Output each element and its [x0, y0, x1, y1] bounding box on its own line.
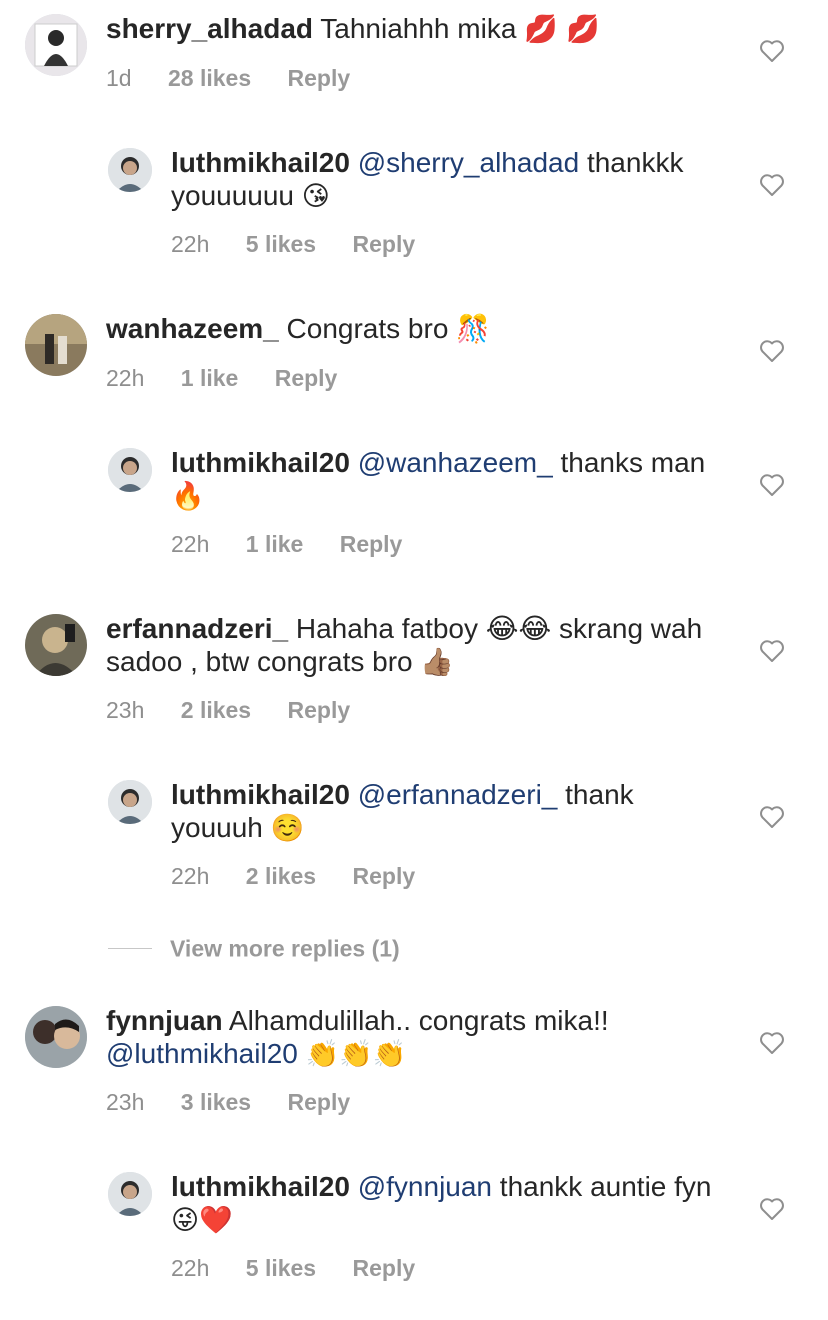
reply-meta: 22h 1 like Reply — [171, 530, 432, 558]
comment-meta: 23h 2 likes Reply — [106, 696, 380, 724]
reply-meta: 22h 2 likes Reply — [171, 862, 445, 890]
reply-button[interactable]: Reply — [288, 1089, 351, 1115]
mention-link[interactable]: @luthmikhail20 — [106, 1038, 298, 1069]
reply-button[interactable]: Reply — [288, 65, 351, 91]
heart-icon[interactable] — [759, 339, 785, 363]
avatar[interactable] — [25, 1006, 87, 1068]
view-more-replies-button[interactable]: View more replies (1) — [108, 934, 400, 962]
likes-count[interactable]: 28 likes — [168, 65, 251, 91]
avatar[interactable] — [108, 1172, 152, 1216]
heart-icon[interactable] — [759, 805, 785, 829]
fire-icon: 🔥 — [171, 481, 205, 512]
comment-text: erfannadzeri_ Hahaha fatboy 😂😂 skrang wa… — [106, 612, 706, 679]
mention-link[interactable]: @fynnjuan — [358, 1171, 492, 1202]
confetti-icon: 🎊 — [456, 314, 490, 345]
avatar[interactable] — [108, 780, 152, 824]
winking-tongue-heart-icon: 😜❤️ — [171, 1205, 233, 1236]
mention-link[interactable]: @erfannadzeri_ — [358, 779, 558, 810]
username[interactable]: wanhazeem_ — [106, 313, 279, 344]
timestamp: 1d — [106, 65, 132, 91]
reply-text: luthmikhail20 @sherry_alhadad thankkk yo… — [171, 146, 726, 213]
avatar[interactable] — [108, 448, 152, 492]
likes-count[interactable]: 1 like — [246, 531, 304, 557]
likes-count[interactable]: 2 likes — [246, 863, 316, 889]
avatar[interactable] — [25, 314, 87, 376]
timestamp: 22h — [106, 365, 145, 391]
mention-link[interactable]: @wanhazeem_ — [358, 447, 553, 478]
comment-body: Congrats bro — [286, 313, 449, 344]
smiling-face-icon: ☺️ — [270, 813, 305, 844]
timestamp: 22h — [171, 863, 210, 889]
heart-icon[interactable] — [759, 1197, 785, 1221]
reply-button[interactable]: Reply — [288, 697, 351, 723]
kissing-face-icon: 😘 — [301, 181, 330, 212]
reply-meta: 22h 5 likes Reply — [171, 1254, 445, 1282]
comment-text: sherry_alhadad Tahniahhh mika 💋 💋 — [106, 12, 706, 46]
timestamp: 23h — [106, 697, 145, 723]
likes-count[interactable]: 3 likes — [181, 1089, 251, 1115]
reply-button[interactable]: Reply — [353, 231, 416, 257]
view-more-label[interactable]: View more replies (1) — [170, 935, 400, 961]
timestamp: 22h — [171, 231, 210, 257]
timestamp: 22h — [171, 531, 210, 557]
heart-icon[interactable] — [759, 473, 785, 497]
comment-body: Tahniahhh mika — [320, 13, 517, 44]
thumbs-up-icon: 👍🏽 — [420, 647, 455, 678]
reply-button[interactable]: Reply — [353, 1255, 416, 1281]
heart-icon[interactable] — [759, 39, 785, 63]
username[interactable]: erfannadzeri_ — [106, 613, 288, 644]
likes-count[interactable]: 5 likes — [246, 231, 316, 257]
reply-button[interactable]: Reply — [353, 863, 416, 889]
timestamp: 22h — [171, 1255, 210, 1281]
reply-body: thankk auntie fyn — [499, 1171, 712, 1202]
reply-button[interactable]: Reply — [275, 365, 338, 391]
avatar[interactable] — [25, 14, 87, 76]
timestamp: 23h — [106, 1089, 145, 1115]
reply-text: luthmikhail20 @fynnjuan thankk auntie fy… — [171, 1170, 726, 1237]
divider — [108, 948, 152, 950]
comment-text: fynnjuan Alhamdulillah.. congrats mika!!… — [106, 1004, 706, 1071]
username[interactable]: fynnjuan — [106, 1005, 223, 1036]
reply-body: thanks man — [560, 447, 706, 478]
mention-link[interactable]: @sherry_alhadad — [358, 147, 579, 178]
reply-button[interactable]: Reply — [340, 531, 403, 557]
username[interactable]: luthmikhail20 — [171, 779, 350, 810]
likes-count[interactable]: 5 likes — [246, 1255, 316, 1281]
comment-text: wanhazeem_ Congrats bro 🎊 — [106, 312, 706, 346]
comment-meta: 23h 3 likes Reply — [106, 1088, 380, 1116]
heart-icon[interactable] — [759, 1031, 785, 1055]
comment-body: Alhamdulillah.. congrats mika!! — [228, 1005, 609, 1036]
username[interactable]: luthmikhail20 — [171, 1171, 350, 1202]
likes-count[interactable]: 1 like — [181, 365, 239, 391]
kiss-icon: 💋 💋 — [524, 14, 601, 45]
reply-meta: 22h 5 likes Reply — [171, 230, 445, 258]
avatar[interactable] — [108, 148, 152, 192]
username[interactable]: luthmikhail20 — [171, 447, 350, 478]
username[interactable]: sherry_alhadad — [106, 13, 313, 44]
clapping-hands-icon: 👏👏👏 — [305, 1039, 407, 1070]
heart-icon[interactable] — [759, 639, 785, 663]
likes-count[interactable]: 2 likes — [181, 697, 251, 723]
avatar[interactable] — [25, 614, 87, 676]
username[interactable]: luthmikhail20 — [171, 147, 350, 178]
comment-meta: 22h 1 like Reply — [106, 364, 367, 392]
heart-icon[interactable] — [759, 173, 785, 197]
reply-text: luthmikhail20 @wanhazeem_ thanks man 🔥 — [171, 446, 726, 513]
reply-text: luthmikhail20 @erfannadzeri_ thank youuu… — [171, 778, 726, 845]
comment-meta: 1d 28 likes Reply — [106, 64, 380, 92]
